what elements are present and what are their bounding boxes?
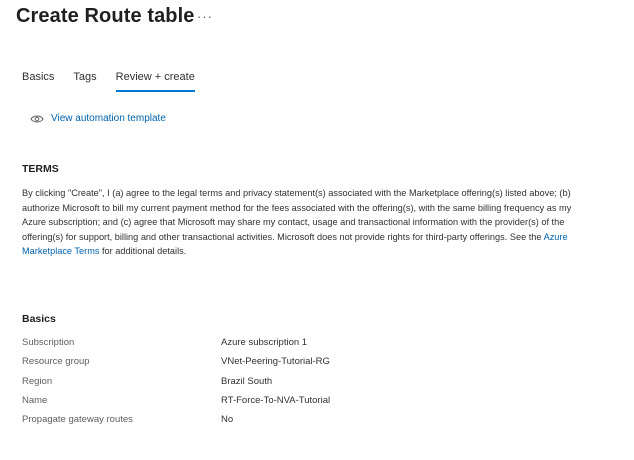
automation-link-label: View automation template — [51, 113, 166, 124]
terms-text: By clicking "Create", I (a) agree to the… — [22, 186, 582, 259]
summary-value: No — [221, 414, 234, 425]
summary-value: VNet-Peering-Tutorial-RG — [221, 356, 330, 367]
tab-basics[interactable]: Basics — [22, 71, 54, 88]
summary-label: Resource group — [22, 356, 90, 367]
summary-label: Subscription — [22, 337, 75, 348]
summary-value: Azure subscription 1 — [221, 337, 308, 348]
summary-label: Region — [22, 376, 53, 387]
summary-value: RT-Force-To-NVA-Tutorial — [221, 395, 331, 406]
terms-text-part2: for additional details. — [99, 246, 187, 256]
tab-review-create[interactable]: Review + create — [115, 71, 196, 92]
page-title: Create Route table — [16, 5, 195, 27]
more-options-icon[interactable]: ··· — [197, 9, 213, 24]
tab-tags[interactable]: Tags — [73, 71, 96, 88]
view-automation-template-link[interactable]: View automation template — [30, 113, 166, 124]
terms-heading: TERMS — [22, 163, 59, 175]
summary-value: Brazil South — [221, 376, 273, 387]
eye-icon — [30, 115, 44, 122]
tab-bar: Basics Tags Review + create — [22, 71, 214, 92]
terms-text-part1: By clicking "Create", I (a) agree to the… — [22, 188, 572, 242]
summary-label: Propagate gateway routes — [22, 414, 133, 425]
summary-label: Name — [22, 395, 48, 406]
basics-heading: Basics — [22, 313, 56, 325]
